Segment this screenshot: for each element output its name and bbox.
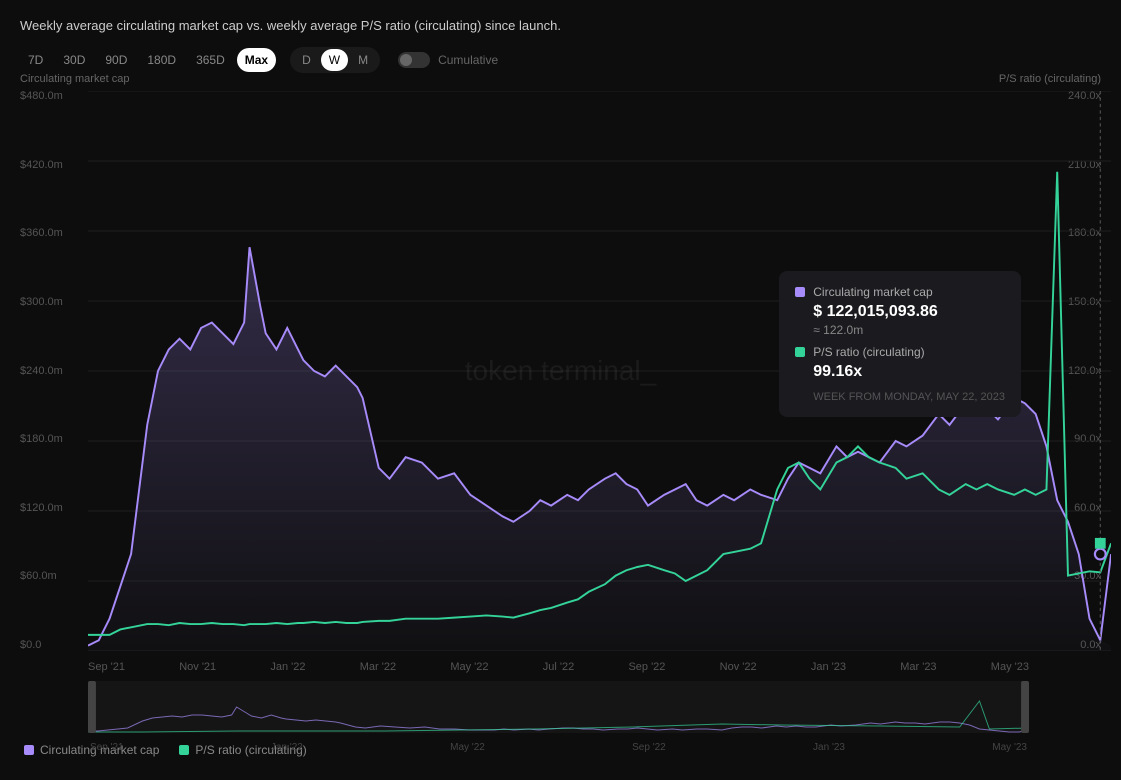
y-left-label-0: $480.0m <box>20 91 88 102</box>
tooltip-ps-dot <box>795 347 805 357</box>
tooltip-mc-label: Circulating market cap <box>813 285 932 299</box>
toggle-label: Cumulative <box>438 53 498 67</box>
minimap-right-handle[interactable] <box>1021 681 1029 733</box>
minimap-x-4: Jan '23 <box>813 742 845 753</box>
cumulative-toggle-group: Cumulative <box>398 52 498 68</box>
y-left-label-7: $60.0m <box>20 571 88 582</box>
btn-max[interactable]: Max <box>237 48 276 72</box>
y-left-label-1: $420.0m <box>20 160 88 171</box>
chart-area: Circulating market cap P/S ratio (circul… <box>20 91 1101 651</box>
y-left-label-8: $0.0 <box>20 640 88 651</box>
controls-bar: 7D 30D 90D 180D 365D Max D W M Cumulativ… <box>20 47 1101 73</box>
btn-30d[interactable]: 30D <box>55 48 93 72</box>
btn-monthly[interactable]: M <box>350 49 376 71</box>
chart-title: Weekly average circulating market cap vs… <box>20 18 1101 33</box>
y-left-label-2: $360.0m <box>20 228 88 239</box>
market-cap-dot <box>1095 549 1106 560</box>
x-label-3: Mar '22 <box>360 661 396 673</box>
y-left-label-3: $300.0m <box>20 297 88 308</box>
tooltip-mc-dot <box>795 287 805 297</box>
tooltip-mc-value: $ 122,015,093.86 <box>813 303 1005 321</box>
x-label-5: Jul '22 <box>543 661 574 673</box>
x-label-8: Jan '23 <box>811 661 846 673</box>
y-left-label-5: $180.0m <box>20 434 88 445</box>
tooltip-ps-value: 99.16x <box>813 363 1005 381</box>
y-axis-left-title: Circulating market cap <box>20 73 129 85</box>
btn-7d[interactable]: 7D <box>20 48 51 72</box>
x-label-0: Sep '21 <box>88 661 125 673</box>
minimap-x-0: Sep '21 <box>90 742 124 753</box>
x-label-1: Nov '21 <box>179 661 216 673</box>
chart-container: Weekly average circulating market cap vs… <box>0 0 1121 780</box>
x-label-2: Jan '22 <box>270 661 305 673</box>
tooltip-ps-label: P/S ratio (circulating) <box>813 345 924 359</box>
btn-365d[interactable]: 365D <box>188 48 233 72</box>
x-label-4: May '22 <box>450 661 488 673</box>
minimap-x-1: Jan '22 <box>271 742 303 753</box>
interval-group: D W M <box>290 47 380 73</box>
tooltip-date: WEEK FROM MONDAY, MAY 22, 2023 <box>813 391 1005 403</box>
y-left-label-6: $120.0m <box>20 503 88 514</box>
y-axis-right-title: P/S ratio (circulating) <box>999 73 1101 85</box>
btn-daily[interactable]: D <box>294 49 319 71</box>
minimap[interactable]: Sep '21 Jan '22 May '22 Sep '22 Jan '23 … <box>88 681 1029 733</box>
minimap-x-2: May '22 <box>450 742 485 753</box>
legend-mc-dot <box>24 745 34 755</box>
x-label-10: May '23 <box>991 661 1029 673</box>
minimap-svg <box>88 681 1029 733</box>
x-label-7: Nov '22 <box>720 661 757 673</box>
btn-90d[interactable]: 90D <box>97 48 135 72</box>
y-axis-left: $480.0m $420.0m $360.0m $300.0m $240.0m … <box>20 91 88 651</box>
btn-weekly[interactable]: W <box>321 49 348 71</box>
cumulative-toggle[interactable] <box>398 52 430 68</box>
tooltip-mc-approx: ≈ 122.0m <box>813 323 1005 337</box>
ps-ratio-dot <box>1095 538 1106 549</box>
y-left-label-4: $240.0m <box>20 366 88 377</box>
minimap-left-handle[interactable] <box>88 681 96 733</box>
btn-180d[interactable]: 180D <box>139 48 184 72</box>
minimap-x-3: Sep '22 <box>632 742 666 753</box>
x-axis: Sep '21 Nov '21 Jan '22 Mar '22 May '22 … <box>88 661 1029 673</box>
x-label-9: Mar '23 <box>900 661 936 673</box>
tooltip: Circulating market cap $ 122,015,093.86 … <box>779 271 1021 417</box>
minimap-x-5: May '23 <box>992 742 1027 753</box>
x-label-6: Sep '22 <box>628 661 665 673</box>
